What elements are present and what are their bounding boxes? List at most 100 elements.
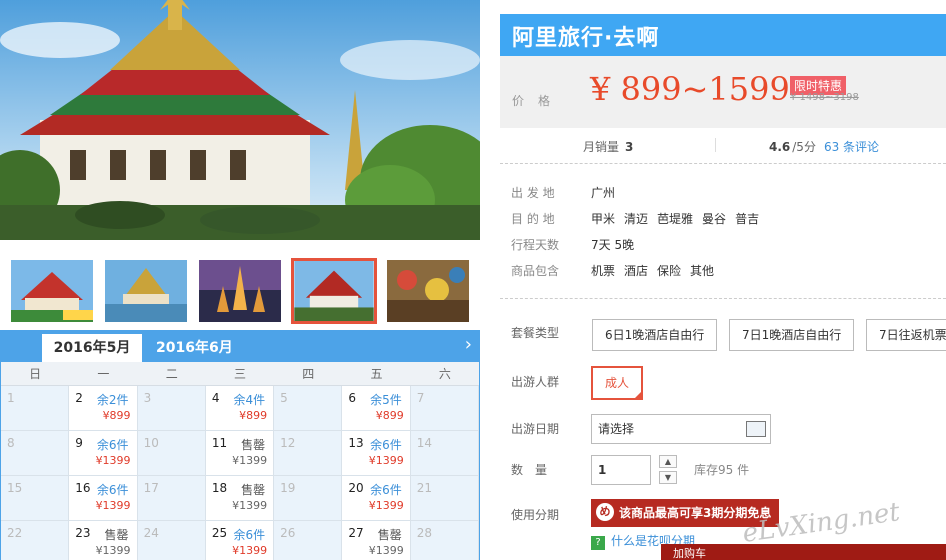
- calendar-day: 26: [274, 521, 343, 560]
- day-price: ¥1399: [232, 499, 268, 512]
- weekday-thu: 四: [302, 367, 315, 381]
- main-product-photo: [0, 0, 480, 240]
- day-stock: 售罄: [241, 438, 266, 452]
- quantity-increase-icon[interactable]: ▲: [659, 455, 677, 468]
- calendar-day: 1: [1, 386, 70, 431]
- day-number: 20: [348, 481, 364, 495]
- date-select-placeholder: 请选择: [598, 422, 635, 436]
- package-option-1[interactable]: 6日1晚酒店自由行: [592, 319, 718, 351]
- day-price: ¥899: [239, 409, 268, 422]
- thumbnail-5[interactable]: [387, 260, 469, 322]
- day-number: 24: [143, 526, 159, 540]
- calendar-day[interactable]: 16 余6件 ¥1399: [69, 476, 138, 521]
- calendar-day[interactable]: 11 售罄 ¥1399: [205, 431, 275, 476]
- day-stock: 余5件: [370, 393, 402, 407]
- calendar-day[interactable]: 18 售罄 ¥1399: [205, 476, 275, 521]
- calendar-day[interactable]: 6 余5件 ¥899: [342, 386, 411, 431]
- day-stock: 余6件: [370, 483, 402, 497]
- package-option-2[interactable]: 7日1晚酒店自由行: [729, 319, 855, 351]
- package-label: 套餐类型: [511, 326, 560, 340]
- day-number: 27: [348, 526, 364, 540]
- date-price-calendar: 2016年5月 2016年6月 › 日 一 二 三 四 五 六 1 2 余2件 ¥89…: [0, 330, 480, 560]
- installment-label: 使用分期: [511, 508, 560, 522]
- calendar-day: 14: [410, 431, 479, 476]
- chevron-right-icon[interactable]: ›: [465, 334, 472, 355]
- monthly-sales: 月销量 3: [583, 138, 633, 155]
- info-value: 7天 5晚: [591, 236, 643, 253]
- calendar-day: 22: [1, 521, 70, 560]
- day-number: 23: [75, 526, 91, 540]
- thumbnail-4-selected[interactable]: [291, 258, 377, 324]
- calendar-day[interactable]: 27 售罄 ¥1399: [342, 521, 411, 560]
- day-number: 9: [75, 436, 83, 450]
- quantity-decrease-icon[interactable]: ▼: [659, 471, 677, 484]
- day-number: 22: [7, 526, 23, 540]
- day-price: ¥1399: [368, 454, 404, 467]
- calendar-day[interactable]: 9 余6件 ¥1399: [69, 431, 138, 476]
- stock-count: 库存95 件: [694, 463, 750, 477]
- brand-name: 阿里旅行·去啊: [512, 26, 660, 51]
- calendar-day[interactable]: 4 余4件 ¥899: [205, 386, 275, 431]
- date-select[interactable]: 请选择: [591, 414, 771, 444]
- day-number: 15: [7, 481, 23, 495]
- day-number: 19: [280, 481, 296, 495]
- calendar-day: 12: [274, 431, 343, 476]
- package-option-3[interactable]: 7日往返机票: [866, 319, 946, 351]
- day-price: ¥1399: [232, 544, 268, 557]
- calendar-day[interactable]: 2 余2件 ¥899: [69, 386, 138, 431]
- selected-check-icon: [633, 390, 643, 400]
- day-number: 3: [143, 391, 152, 405]
- day-stock: 售罄: [104, 528, 129, 542]
- day-number: 28: [416, 526, 432, 540]
- day-stock: 余6件: [96, 438, 129, 452]
- day-number: 6: [348, 391, 357, 405]
- group-option-adult[interactable]: 成人: [591, 366, 643, 400]
- calendar-day: 10: [137, 431, 206, 476]
- info-key: 商品包含: [511, 264, 560, 278]
- day-number: 11: [211, 436, 228, 450]
- departure-city: 广州: [591, 186, 616, 200]
- day-number: 14: [416, 436, 432, 450]
- weekday-tue: 二: [165, 367, 178, 381]
- calendar-day: 8: [1, 431, 70, 476]
- add-to-cart-text: 加购车: [673, 547, 706, 560]
- calendar-day[interactable]: 13 余6件 ¥1399: [342, 431, 411, 476]
- weekday-fri: 五: [370, 367, 383, 381]
- tab-month-may[interactable]: 2016年5月: [42, 334, 142, 362]
- day-stock: 余2件: [96, 393, 129, 407]
- info-value: 甲米 清迈 芭堤雅 曼谷 普吉: [591, 210, 768, 227]
- calendar-day[interactable]: 25 余6件 ¥1399: [205, 521, 275, 560]
- day-number: 5: [280, 391, 288, 405]
- rating: 4.6/5分 63 条评论: [769, 138, 879, 155]
- calendar-icon[interactable]: [746, 421, 766, 437]
- thumbnail-2[interactable]: [105, 260, 187, 322]
- calendar-day[interactable]: 20 余6件 ¥1399: [342, 476, 411, 521]
- thumbnail-strip: [0, 250, 480, 330]
- calendar-day[interactable]: 23 售罄 ¥1399: [69, 521, 138, 560]
- day-number: 2: [75, 391, 83, 405]
- day-number: 17: [143, 481, 159, 495]
- weekday-wed: 三: [233, 367, 246, 381]
- installment-icon: め: [596, 503, 614, 521]
- sales-value: 3: [625, 140, 634, 154]
- thumbnail-1[interactable]: [11, 260, 93, 322]
- section-divider: [500, 298, 946, 299]
- add-to-cart-panel[interactable]: 加购车: [661, 544, 946, 560]
- quantity-input[interactable]: 1: [591, 455, 651, 485]
- reviews-link[interactable]: 63 条评论: [824, 140, 879, 154]
- calendar-grid: 日 一 二 三 四 五 六 1 2 余2件 ¥899 3 4 余4件 ¥899 5 6 余5件 ¥89…: [1, 362, 479, 560]
- day-number: 13: [348, 436, 364, 450]
- group-option-label: 成人: [604, 376, 629, 390]
- temple-illustration: [0, 0, 480, 240]
- thumbnail-3[interactable]: [199, 260, 281, 322]
- tab-month-june[interactable]: 2016年6月: [146, 334, 243, 362]
- duration: 7天 5晚: [591, 238, 635, 252]
- product-page: 2016年5月 2016年6月 › 日 一 二 三 四 五 六 1 2 余2件 ¥89…: [0, 0, 946, 560]
- info-value: 广州: [591, 184, 624, 201]
- calendar-day: 17: [137, 476, 206, 521]
- brand-banner: 阿里旅行·去啊: [500, 14, 946, 56]
- day-number: 21: [416, 481, 432, 495]
- include-item: 其他: [690, 264, 715, 278]
- day-number: 26: [280, 526, 296, 540]
- day-number: 7: [416, 391, 425, 405]
